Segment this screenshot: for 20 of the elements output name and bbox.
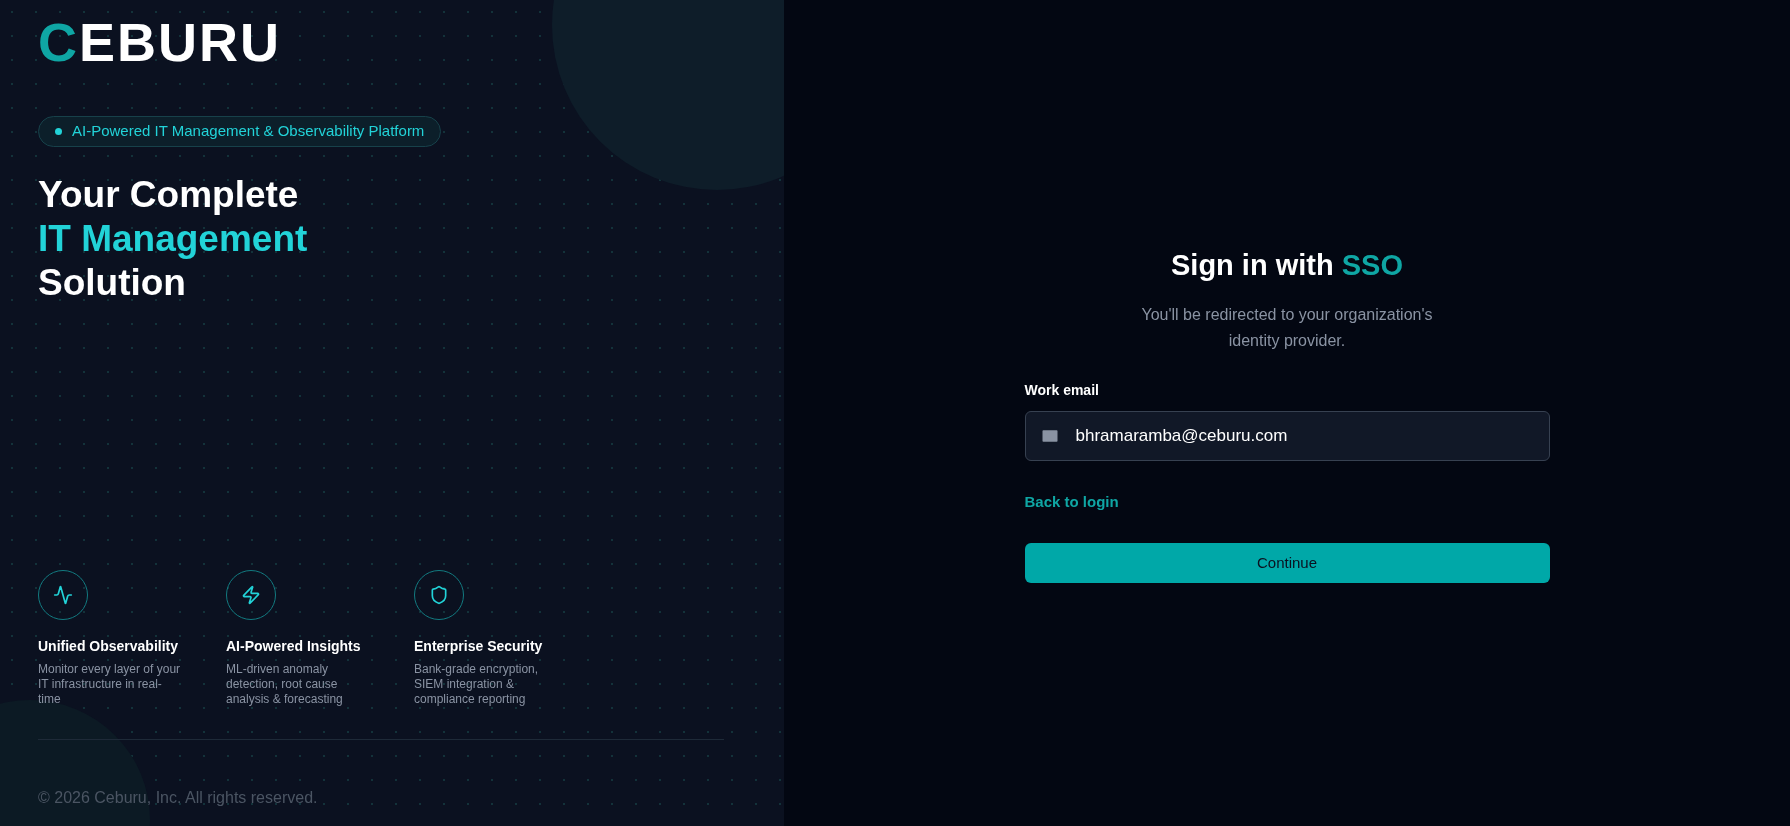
pulse-icon — [53, 585, 73, 605]
continue-button[interactable]: Continue — [1024, 543, 1550, 583]
badge-text: AI-Powered IT Management & Observability Platform — [72, 121, 425, 142]
feature-title: Enterprise Security — [414, 637, 544, 656]
lightning-icon — [241, 585, 261, 605]
back-to-login-link[interactable]: Back to login — [1024, 490, 1119, 513]
sso-subtitle: You'll be redirected to your organization's identity provider. — [1140, 304, 1434, 351]
feature-description: Monitor every layer of your IT infrastructure in real-time — [38, 662, 182, 707]
headline: Your Complete IT Management Solution — [38, 173, 309, 305]
logo: CEBURU — [38, 18, 281, 66]
field-label: Work email — [1024, 380, 1100, 400]
feature-description: ML-driven anomaly detection, root cause analysis & forecasting — [226, 662, 344, 707]
copyright-text: © 2026 Ceburu, Inc. All rights reserved. — [38, 788, 319, 808]
email-input[interactable]: bhramaramba@ceburu.com — [1075, 422, 1535, 449]
feature-title: AI-Powered Insights — [226, 637, 362, 656]
email-field[interactable]: bhramaramba@ceburu.com — [1024, 410, 1550, 461]
feature-title: Unified Observability — [38, 637, 180, 656]
shield-icon — [429, 585, 449, 605]
sso-heading: Sign in with SSO — [1170, 248, 1404, 283]
feature-description: Bank-grade encryption, SIEM integration & compliance reporting — [414, 662, 540, 707]
